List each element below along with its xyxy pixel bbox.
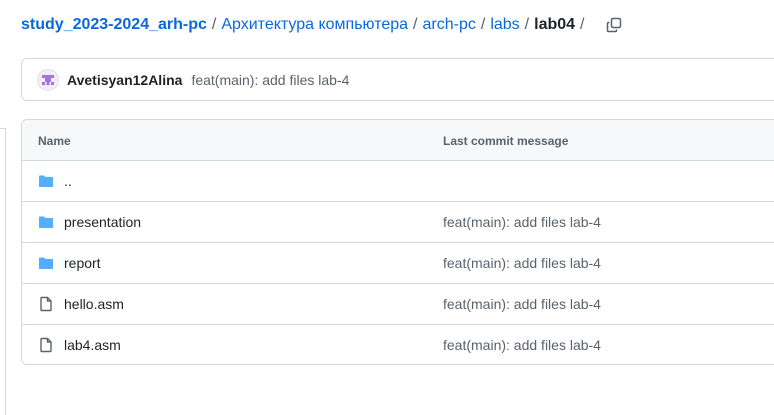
breadcrumb-repo-link[interactable]: study_2023-2024_arh-pc <box>21 16 207 34</box>
avatar[interactable] <box>37 68 59 91</box>
file-name-link[interactable]: .. <box>64 173 72 189</box>
file-name-link[interactable]: hello.asm <box>64 296 124 312</box>
file-name-link[interactable]: presentation <box>64 214 141 230</box>
breadcrumb-separator: / <box>524 16 530 33</box>
table-row[interactable]: hello.asm feat(main): add files lab-4 <box>22 284 774 325</box>
column-header-last-commit-message: Last commit message <box>443 134 569 148</box>
breadcrumb-separator: / <box>211 16 217 33</box>
table-row[interactable]: presentation feat(main): add files lab-4 <box>22 202 774 243</box>
breadcrumb-folder-link[interactable]: labs <box>490 16 519 34</box>
breadcrumb-separator: / <box>580 16 585 33</box>
breadcrumb-folder-link[interactable]: arch-pc <box>423 16 476 34</box>
commit-message-link[interactable]: feat(main): add files lab-4 <box>443 255 601 271</box>
identicon <box>42 74 54 85</box>
table-header: Name Last commit message <box>22 120 774 161</box>
commit-message-link[interactable]: feat(main): add files lab-4 <box>443 214 601 230</box>
file-name-link[interactable]: lab4.asm <box>64 337 121 353</box>
file-icon <box>40 296 52 312</box>
folder-icon <box>39 175 53 187</box>
commit-message-link[interactable]: feat(main): add files lab-4 <box>443 296 601 312</box>
left-panel-divider <box>0 128 6 415</box>
table-row-parent-dir[interactable]: .. <box>22 161 774 202</box>
breadcrumb-separator: / <box>413 16 418 33</box>
commit-message-link[interactable]: feat(main): add files lab-4 <box>191 72 349 88</box>
breadcrumb-folder-link[interactable]: Архитектура компьютера <box>221 16 408 34</box>
folder-icon <box>39 257 53 269</box>
commit-author-link[interactable]: Avetisyan12Alina <box>67 72 182 88</box>
breadcrumb: study_2023-2024_arh-pc / Архитектура ком… <box>21 14 624 36</box>
latest-commit-bar: Avetisyan12Alina feat(main): add files l… <box>21 58 774 101</box>
file-name-link[interactable]: report <box>64 255 101 271</box>
file-table: Name Last commit message .. presentation… <box>21 119 774 365</box>
breadcrumb-current: lab04 <box>534 16 576 33</box>
table-row[interactable]: report feat(main): add files lab-4 <box>22 243 774 284</box>
column-header-name: Name <box>38 134 71 148</box>
table-row[interactable]: lab4.asm feat(main): add files lab-4 <box>22 325 774 364</box>
folder-icon <box>39 216 53 228</box>
file-icon <box>40 337 52 353</box>
copy-path-button[interactable] <box>604 15 624 35</box>
copy-icon <box>606 17 621 33</box>
page: study_2023-2024_arh-pc / Архитектура ком… <box>0 0 774 415</box>
commit-message-link[interactable]: feat(main): add files lab-4 <box>443 337 601 353</box>
breadcrumb-separator: / <box>480 16 486 33</box>
